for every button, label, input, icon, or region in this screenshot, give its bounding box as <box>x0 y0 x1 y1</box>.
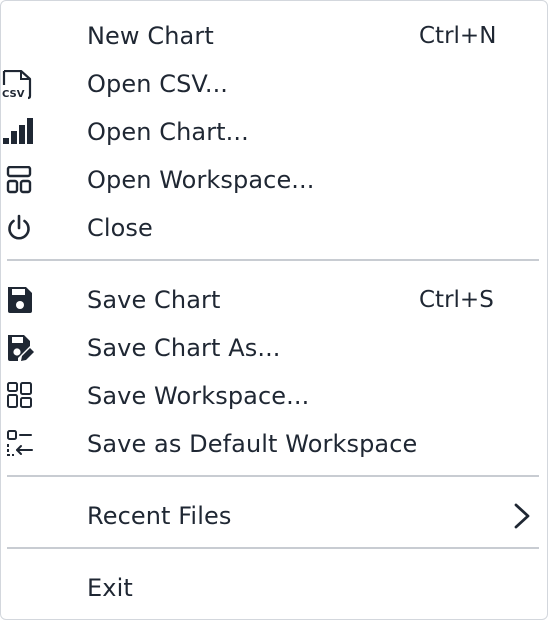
layout-default-icon <box>1 430 37 458</box>
menu-item-open-workspace[interactable]: Open Workspace... <box>1 156 547 204</box>
menu-item-label: Save Chart <box>87 286 221 314</box>
menu-item-label: Close <box>87 214 153 242</box>
menu-item-label: Open Chart... <box>87 118 249 146</box>
menu-divider <box>7 547 539 549</box>
menu-item-close[interactable]: Close <box>1 204 547 252</box>
menu-item-save-workspace[interactable]: Save Workspace... <box>1 372 547 420</box>
workspace-layout-icon <box>1 166 37 194</box>
menu-item-exit[interactable]: Exit <box>1 564 547 612</box>
menu-item-label: Save Chart As... <box>87 334 281 362</box>
menu-item-label: New Chart <box>87 22 214 50</box>
menu-item-open-chart[interactable]: Open Chart... <box>1 108 547 156</box>
power-icon <box>1 214 37 242</box>
menu-item-label: Save Workspace... <box>87 382 310 410</box>
bar-chart-icon <box>1 118 37 146</box>
floppy-disk-icon <box>1 286 37 314</box>
menu-item-label: Recent Files <box>87 502 232 530</box>
menu-item-save-default-workspace[interactable]: Save as Default Workspace <box>1 420 547 468</box>
menu-item-label: Save as Default Workspace <box>87 430 418 458</box>
menu-item-save-chart[interactable]: Save Chart Ctrl+S <box>1 276 547 324</box>
menu-divider <box>7 475 539 477</box>
csv-file-icon: CSV <box>1 70 37 100</box>
menu-item-recent-files[interactable]: Recent Files <box>1 492 547 540</box>
shortcut-label: Ctrl+S <box>419 287 494 313</box>
menu-item-label: Open Workspace... <box>87 166 315 194</box>
menu-item-label: Open CSV... <box>87 70 229 98</box>
menu-item-new-chart[interactable]: New Chart Ctrl+N <box>1 12 547 60</box>
menu-item-label: Exit <box>87 574 133 602</box>
menu-item-save-chart-as[interactable]: Save Chart As... <box>1 324 547 372</box>
csv-icon-text: CSV <box>2 89 25 100</box>
menu-item-open-csv[interactable]: CSV Open CSV... <box>1 60 547 108</box>
shortcut-label: Ctrl+N <box>419 23 497 49</box>
chevron-right-icon <box>511 503 535 529</box>
grid-layout-icon <box>1 382 37 410</box>
file-menu: New Chart Ctrl+N CSV Open CSV... Open Ch… <box>0 0 548 620</box>
menu-divider <box>7 259 539 261</box>
floppy-disk-edit-icon <box>1 334 37 362</box>
